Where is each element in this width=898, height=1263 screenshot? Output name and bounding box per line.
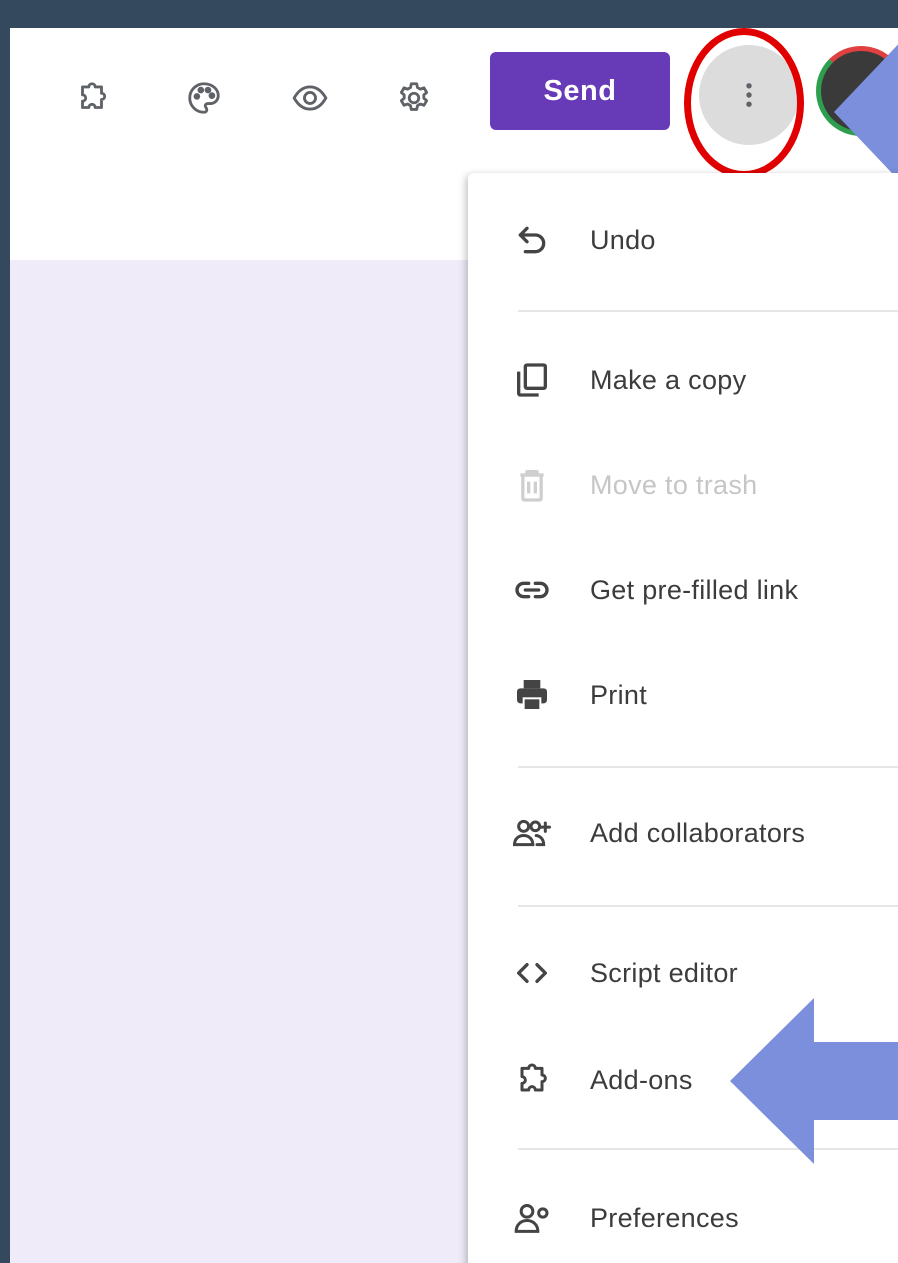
eye-icon[interactable] [288, 76, 332, 120]
palette-icon[interactable] [182, 76, 226, 120]
menu-item-print[interactable]: Print [468, 650, 898, 740]
menu-item-label: Print [590, 679, 648, 710]
menu-divider [518, 766, 898, 768]
forms-editor-frame: Send Undo Make a copy Move to trash Get … [10, 28, 898, 1263]
link-icon [510, 568, 554, 612]
more-vert-icon [746, 83, 752, 107]
menu-item-label: Move to trash [590, 469, 758, 500]
menu-item-move-to-trash: Move to trash [468, 440, 898, 530]
menu-item-add-collaborators[interactable]: Add collaborators [468, 788, 898, 878]
menu-item-label: Undo [590, 224, 656, 255]
menu-divider [518, 905, 898, 907]
gear-icon[interactable] [392, 76, 436, 120]
menu-item-label: Add collaborators [590, 817, 806, 848]
menu-item-preferences[interactable]: Preferences [468, 1173, 898, 1263]
menu-divider [518, 310, 898, 312]
trash-icon [510, 463, 554, 507]
menu-item-label: Get pre-filled link [590, 574, 799, 605]
undo-icon [510, 218, 554, 262]
printer-icon [510, 673, 554, 717]
menu-item-undo[interactable]: Undo [468, 195, 898, 285]
menu-item-label: Script editor [590, 957, 738, 988]
menu-item-add-ons[interactable]: Add-ons [468, 1035, 898, 1125]
menu-item-label: Make a copy [590, 364, 747, 395]
menu-item-make-copy[interactable]: Make a copy [468, 335, 898, 425]
code-icon [510, 951, 554, 995]
more-options-menu: Undo Make a copy Move to trash Get pre-f… [468, 173, 898, 1263]
send-button[interactable]: Send [490, 52, 670, 130]
more-options-button[interactable] [699, 45, 799, 145]
person-settings-icon [510, 1196, 554, 1240]
menu-item-label: Preferences [590, 1202, 739, 1233]
puzzle-icon[interactable] [70, 76, 114, 120]
menu-divider [518, 1148, 898, 1150]
copy-icon [510, 358, 554, 402]
puzzle-icon [510, 1058, 554, 1102]
menu-item-label: Add-ons [590, 1064, 693, 1095]
menu-item-script-editor[interactable]: Script editor [468, 928, 898, 1018]
add-people-icon [510, 811, 554, 855]
menu-item-pre-filled-link[interactable]: Get pre-filled link [468, 545, 898, 635]
avatar[interactable] [816, 46, 898, 136]
